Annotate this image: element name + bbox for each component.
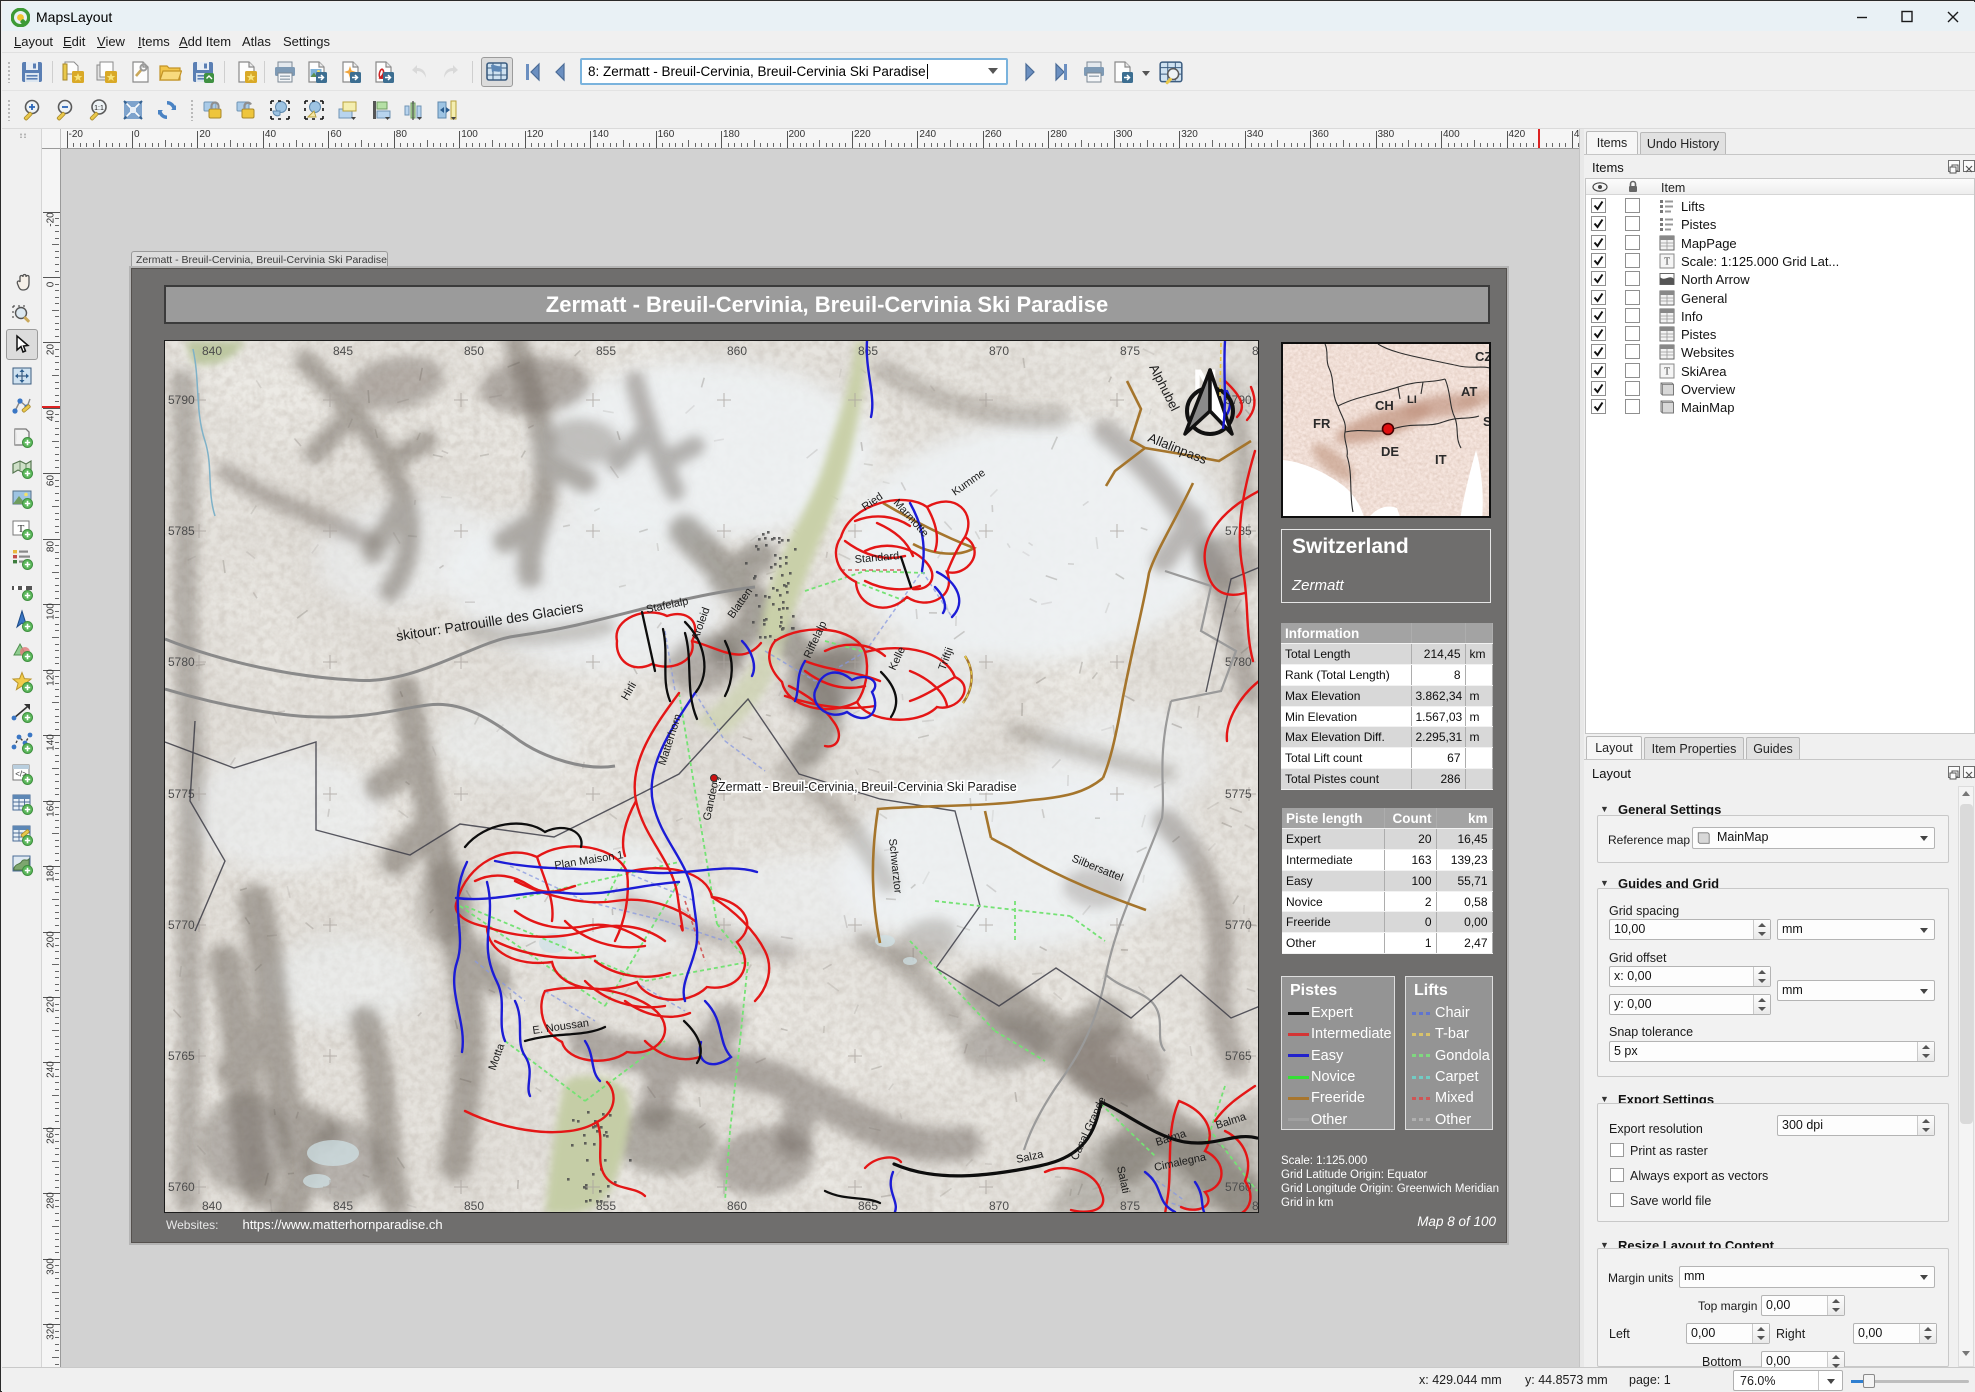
svg-text:5790: 5790 [168,393,195,407]
svg-text:5785: 5785 [1225,524,1252,538]
svg-text:875: 875 [1120,344,1140,358]
svg-text:840: 840 [202,1199,222,1213]
svg-text:880: 880 [1252,1199,1259,1213]
svg-text:5765: 5765 [1225,1049,1252,1063]
svg-text:855: 855 [596,344,616,358]
svg-text:5770: 5770 [168,918,195,932]
svg-text:845: 845 [333,1199,353,1213]
svg-text:880: 880 [1252,344,1259,358]
svg-text:850: 850 [464,1199,484,1213]
svg-text:AT: AT [1461,384,1477,399]
svg-text:LI: LI [1407,394,1417,406]
svg-text:T: T [1664,366,1670,377]
svg-text:840: 840 [202,344,222,358]
svg-text:875: 875 [1120,1199,1140,1213]
svg-text:IT: IT [1435,452,1447,467]
svg-text:850: 850 [464,344,484,358]
svg-text:5760: 5760 [168,1180,195,1194]
svg-text:870: 870 [989,1199,1009,1213]
svg-text:CH: CH [1375,398,1394,413]
svg-text:1:1: 1:1 [94,105,104,112]
svg-text:T: T [1664,256,1670,267]
svg-text:845: 845 [333,344,353,358]
svg-text:SI: SI [1483,414,1491,429]
svg-text:Zermatt - Breuil-Cervinia, Bre: Zermatt - Breuil-Cervinia, Breuil-Cervin… [718,780,1017,794]
svg-text:5770: 5770 [1225,918,1252,932]
svg-text:FR: FR [1313,416,1331,431]
svg-text:5765: 5765 [168,1049,195,1063]
svg-text:CZ: CZ [1475,349,1491,364]
svg-text:860: 860 [727,1199,747,1213]
svg-text:870: 870 [989,344,1009,358]
svg-text:5775: 5775 [1225,787,1252,801]
svg-text:5780: 5780 [168,655,195,669]
svg-text:860: 860 [727,344,747,358]
svg-text:855: 855 [596,1199,616,1213]
svg-text:DE: DE [1381,444,1399,459]
svg-text:5785: 5785 [168,524,195,538]
